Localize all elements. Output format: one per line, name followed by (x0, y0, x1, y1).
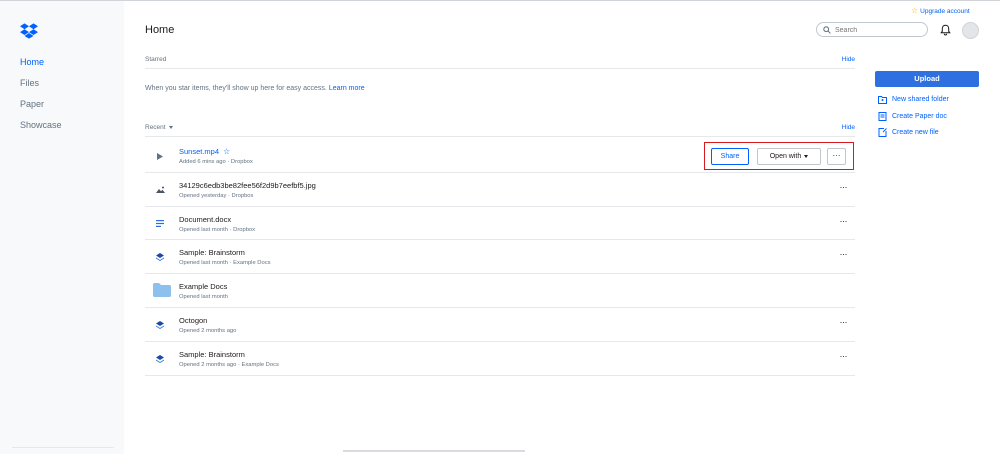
bell-icon[interactable] (940, 24, 951, 36)
horizontal-scrollbar[interactable] (343, 450, 525, 452)
learn-more-link[interactable]: Learn more (329, 85, 365, 92)
image-icon (153, 183, 167, 197)
star-outline-icon[interactable]: ☆ (223, 147, 230, 156)
more-options-button[interactable]: ··· (840, 317, 848, 327)
search-input[interactable] (835, 25, 923, 35)
recent-hide-link[interactable]: Hide (842, 124, 855, 131)
folder-icon (153, 283, 171, 298)
caret-down-icon (804, 154, 809, 158)
sidebar-nav: Home Files Paper Showcase (20, 57, 62, 141)
more-options-button[interactable]: ··· (827, 148, 846, 165)
sidebar-divider (12, 447, 114, 448)
sidebar-item-showcase[interactable]: Showcase (20, 120, 62, 141)
open-with-label: Open with (769, 153, 802, 160)
caret-down-icon (168, 125, 173, 129)
starred-header: Starred Hide (145, 55, 855, 69)
file-meta: Opened yesterday · Dropbox (179, 192, 254, 199)
dropbox-logo-icon[interactable] (20, 23, 38, 39)
share-button[interactable]: Share (711, 148, 749, 165)
file-name[interactable]: 34129c6edb3be82fee56f2d9b7eefbf5.jpg (179, 181, 316, 190)
list-item[interactable]: Octogon Opened 2 months ago ··· (145, 308, 855, 342)
recent-label: Recent (145, 124, 166, 131)
starred-hide-link[interactable]: Hide (842, 56, 855, 63)
list-item[interactable]: 34129c6edb3be82fee56f2d9b7eefbf5.jpg Ope… (145, 173, 855, 207)
file-meta: Opened last month (179, 294, 228, 301)
play-icon (153, 149, 167, 163)
file-name[interactable]: Document.docx (179, 215, 231, 224)
more-options-button[interactable]: ··· (840, 216, 848, 226)
upload-button[interactable]: Upload (875, 71, 979, 87)
upgrade-account-label: Upgrade account (920, 8, 970, 15)
paper-icon (153, 318, 167, 332)
star-outline-icon: ☆ (911, 6, 919, 15)
file-name-text: Sunset.mp4 (179, 147, 220, 156)
search-box[interactable] (816, 22, 928, 37)
new-shared-folder-label: New shared folder (892, 96, 949, 103)
file-name[interactable]: Sunset.mp4 ☆ (179, 147, 230, 156)
starred-empty-message: When you star items, they'll show up her… (145, 85, 365, 92)
search-icon (823, 26, 831, 34)
file-meta: Opened 2 months ago (179, 327, 237, 334)
list-item[interactable]: Sample: Brainstorm Opened last month · E… (145, 240, 855, 275)
file-name[interactable]: Example Docs (179, 282, 227, 291)
top-border (0, 0, 1000, 1)
create-new-file-link[interactable]: Create new file (878, 128, 949, 145)
file-name[interactable]: Sample: Brainstorm (179, 350, 245, 359)
open-with-button[interactable]: Open with (757, 148, 821, 165)
list-item[interactable]: Example Docs Opened last month (145, 274, 855, 308)
file-meta: Opened last month · Dropbox (179, 226, 256, 233)
file-name[interactable]: Sample: Brainstorm (179, 248, 245, 257)
list-item[interactable]: Document.docx Opened last month · Dropbo… (145, 207, 855, 241)
create-paper-doc-label: Create Paper doc (892, 112, 947, 120)
sidebar-item-files[interactable]: Files (20, 78, 62, 99)
starred-label: Starred (145, 56, 167, 63)
recent-sort-dropdown[interactable]: Recent (145, 124, 173, 131)
more-options-button[interactable]: ··· (840, 351, 848, 361)
paper-icon (153, 352, 167, 366)
shared-folder-icon (878, 96, 887, 104)
upgrade-account-link[interactable]: ☆ Upgrade account (911, 6, 970, 15)
file-meta: Opened last month · Example Docs (179, 260, 271, 267)
new-shared-folder-link[interactable]: New shared folder (878, 95, 949, 112)
paper-doc-icon (878, 111, 887, 121)
more-options-button[interactable]: ··· (840, 250, 848, 259)
more-options-button[interactable]: ··· (840, 182, 848, 192)
document-icon (153, 217, 167, 231)
recent-list: Sunset.mp4 ☆ Added 6 mins ago · Dropbox 3… (145, 139, 855, 376)
paper-icon (153, 250, 167, 264)
create-new-file-label: Create new file (892, 129, 939, 136)
row-actions-highlight: Share Open with ··· (704, 142, 854, 170)
sidebar-item-home[interactable]: Home (20, 57, 62, 78)
new-file-icon (878, 128, 887, 137)
avatar[interactable] (962, 22, 979, 39)
recent-header: Recent Hide (145, 123, 855, 137)
list-item[interactable]: Sample: Brainstorm Opened 2 months ago ·… (145, 342, 855, 376)
file-meta: Added 6 mins ago · Dropbox (179, 159, 253, 165)
quick-actions: New shared folder Create Paper doc Creat… (878, 95, 949, 145)
create-paper-doc-link[interactable]: Create Paper doc (878, 111, 949, 129)
page-title: Home (145, 24, 175, 36)
sidebar: Home Files Paper Showcase (0, 1, 124, 454)
starred-message-text: When you star items, they'll show up her… (145, 85, 327, 92)
file-meta: Opened 2 months ago · Example Docs (179, 361, 279, 368)
file-name[interactable]: Octogon (179, 316, 207, 325)
sidebar-item-paper[interactable]: Paper (20, 99, 62, 120)
